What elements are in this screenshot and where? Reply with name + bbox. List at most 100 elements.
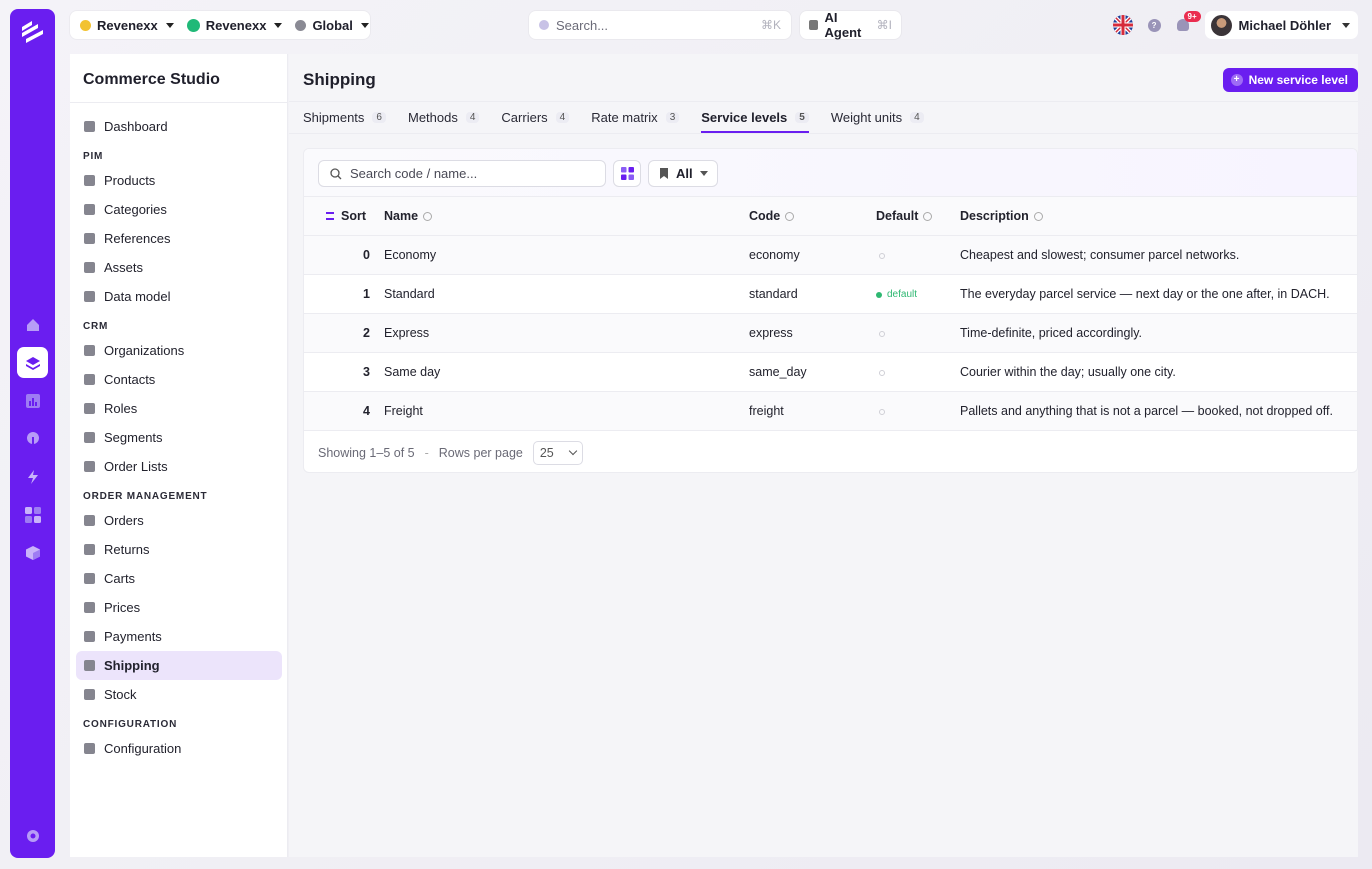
sidebar-item-configuration[interactable]: Configuration bbox=[76, 734, 282, 763]
sidebar-item-returns[interactable]: Returns bbox=[76, 535, 282, 564]
sidebar-item-references[interactable]: References bbox=[76, 224, 282, 253]
info-icon bbox=[423, 211, 433, 221]
tab-shipments[interactable]: Shipments 6 bbox=[303, 102, 386, 133]
sidebar-item-order-lists[interactable]: Order Lists bbox=[76, 452, 282, 481]
tag-icon bbox=[84, 602, 95, 613]
sidebar-item-orders[interactable]: Orders bbox=[76, 506, 282, 535]
service-levels-table: Sort Name Code Default Description 0 Eco… bbox=[304, 197, 1357, 431]
table-row[interactable]: 3 Same day same_day Courier within the d… bbox=[304, 352, 1357, 392]
sidebar-item-dashboard[interactable]: Dashboard bbox=[76, 112, 282, 141]
sidebar-item-label: Dashboard bbox=[104, 119, 168, 134]
cell-code: express bbox=[749, 313, 876, 353]
sidebar-item-assets[interactable]: Assets bbox=[76, 253, 282, 282]
chart-icon[interactable] bbox=[17, 385, 48, 416]
tab-rate-matrix[interactable]: Rate matrix 3 bbox=[591, 102, 680, 133]
cell-description: Courier within the day; usually one city… bbox=[960, 352, 1357, 392]
app-logo-icon[interactable] bbox=[18, 18, 47, 47]
layers-icon[interactable] bbox=[17, 347, 48, 378]
region-name: Global bbox=[312, 17, 353, 33]
ai-agent-shortcut: ⌘I bbox=[876, 18, 892, 32]
column-header-default[interactable]: Default bbox=[876, 197, 960, 236]
cell-name: Standard bbox=[377, 274, 749, 314]
table-row[interactable]: 2 Express express Time-definite, priced … bbox=[304, 313, 1357, 353]
sidebar-item-stock[interactable]: Stock bbox=[76, 680, 282, 709]
ai-agent-label: AI Agent bbox=[824, 10, 862, 40]
cell-description: The everyday parcel service — next day o… bbox=[960, 274, 1357, 314]
cell-default: default bbox=[876, 274, 960, 314]
table-row[interactable]: 1 Standard standard default The everyday… bbox=[304, 274, 1357, 314]
not-default-indicator-icon bbox=[879, 408, 885, 415]
rows-per-page-value: 25 bbox=[539, 445, 554, 460]
not-default-indicator-icon bbox=[879, 369, 885, 376]
tab-carriers[interactable]: Carriers 4 bbox=[501, 102, 570, 133]
column-header-code[interactable]: Code bbox=[749, 197, 876, 236]
sidebar-item-segments[interactable]: Segments bbox=[76, 423, 282, 452]
page-header: Shipping + New service level bbox=[289, 54, 1358, 102]
tenant-selector[interactable]: Revenexx bbox=[183, 11, 292, 39]
search-shortcut: ⌘K bbox=[760, 18, 781, 32]
ai-agent-button[interactable]: AI Agent ⌘I bbox=[800, 10, 901, 40]
sidebar-item-label: Contacts bbox=[104, 372, 156, 387]
tab-label: Service levels bbox=[701, 110, 788, 125]
global-search[interactable]: Search... ⌘K bbox=[529, 11, 791, 39]
divider bbox=[289, 133, 1358, 134]
cell-name: Same day bbox=[377, 352, 749, 392]
table-toolbar: Search code / name... All bbox=[304, 149, 1357, 197]
cube-icon[interactable] bbox=[17, 537, 48, 568]
tab-weight-units[interactable]: Weight units 4 bbox=[831, 102, 924, 133]
column-header-name[interactable]: Name bbox=[377, 197, 749, 236]
box-icon bbox=[84, 515, 95, 526]
column-header-sort[interactable]: Sort bbox=[304, 197, 377, 236]
filter-dropdown[interactable]: All bbox=[648, 160, 718, 187]
pin-icon[interactable] bbox=[17, 423, 48, 454]
grid-icon bbox=[84, 291, 95, 302]
view-toggle-button[interactable] bbox=[613, 160, 641, 187]
sidebar-item-label: Stock bbox=[104, 687, 137, 702]
table-row[interactable]: 4 Freight freight Pallets and anything t… bbox=[304, 391, 1357, 431]
sidebar-item-contacts[interactable]: Contacts bbox=[76, 365, 282, 394]
service-levels-card: Search code / name... All Sort Name Code… bbox=[303, 148, 1358, 473]
sidebar-item-roles[interactable]: Roles bbox=[76, 394, 282, 423]
globe-icon bbox=[295, 19, 307, 31]
help-icon[interactable]: ? bbox=[1147, 18, 1161, 32]
notifications-button[interactable]: 9+ bbox=[1176, 11, 1201, 32]
org-selector[interactable]: Revenexx bbox=[76, 11, 183, 39]
tab-count: 4 bbox=[910, 112, 924, 123]
table-row[interactable]: 0 Economy economy Cheapest and slowest; … bbox=[304, 235, 1357, 275]
sidebar-item-label: References bbox=[104, 231, 171, 246]
tab-methods[interactable]: Methods 4 bbox=[408, 102, 480, 133]
settings-gear-icon[interactable] bbox=[17, 820, 48, 851]
sidebar-item-label: Roles bbox=[104, 401, 138, 416]
region-selector[interactable]: Global bbox=[291, 11, 377, 39]
org-logo-icon bbox=[80, 19, 91, 31]
lightning-icon[interactable] bbox=[17, 461, 48, 492]
sidebar-item-carts[interactable]: Carts bbox=[76, 564, 282, 593]
sidebar-item-label: Assets bbox=[104, 260, 144, 275]
sidebar-item-label: Organizations bbox=[104, 343, 185, 358]
home-icon[interactable] bbox=[17, 309, 48, 340]
database-icon bbox=[84, 233, 95, 244]
tab-label: Shipments bbox=[303, 110, 365, 125]
sidebar-item-prices[interactable]: Prices bbox=[76, 593, 282, 622]
not-default-indicator-icon bbox=[879, 252, 885, 259]
tab-service-levels[interactable]: Service levels 5 bbox=[701, 102, 809, 133]
sidebar-item-categories[interactable]: Categories bbox=[76, 195, 282, 224]
caret-down-icon bbox=[699, 171, 708, 176]
box-icon bbox=[84, 689, 95, 700]
sidebar-item-shipping[interactable]: Shipping bbox=[76, 651, 282, 680]
uk-flag-icon[interactable] bbox=[1112, 15, 1133, 35]
apps-icon[interactable] bbox=[17, 499, 48, 530]
main-content: Shipping + New service level Shipments 6 … bbox=[289, 54, 1358, 857]
new-service-level-button[interactable]: + New service level bbox=[1222, 68, 1358, 92]
sidebar-item-products[interactable]: Products bbox=[76, 166, 282, 195]
cell-name: Freight bbox=[377, 391, 749, 431]
table-search-placeholder: Search code / name... bbox=[350, 166, 478, 181]
sidebar-item-data-model[interactable]: Data model bbox=[76, 282, 282, 311]
sidebar-item-organizations[interactable]: Organizations bbox=[76, 336, 282, 365]
sidebar-item-payments[interactable]: Payments bbox=[76, 622, 282, 651]
user-menu[interactable]: Michael Döhler bbox=[1204, 11, 1358, 39]
rows-per-page-select[interactable]: 25 bbox=[532, 440, 583, 465]
table-search-input[interactable]: Search code / name... bbox=[318, 160, 606, 187]
cell-code: freight bbox=[749, 391, 876, 431]
column-header-description[interactable]: Description bbox=[960, 197, 1357, 236]
